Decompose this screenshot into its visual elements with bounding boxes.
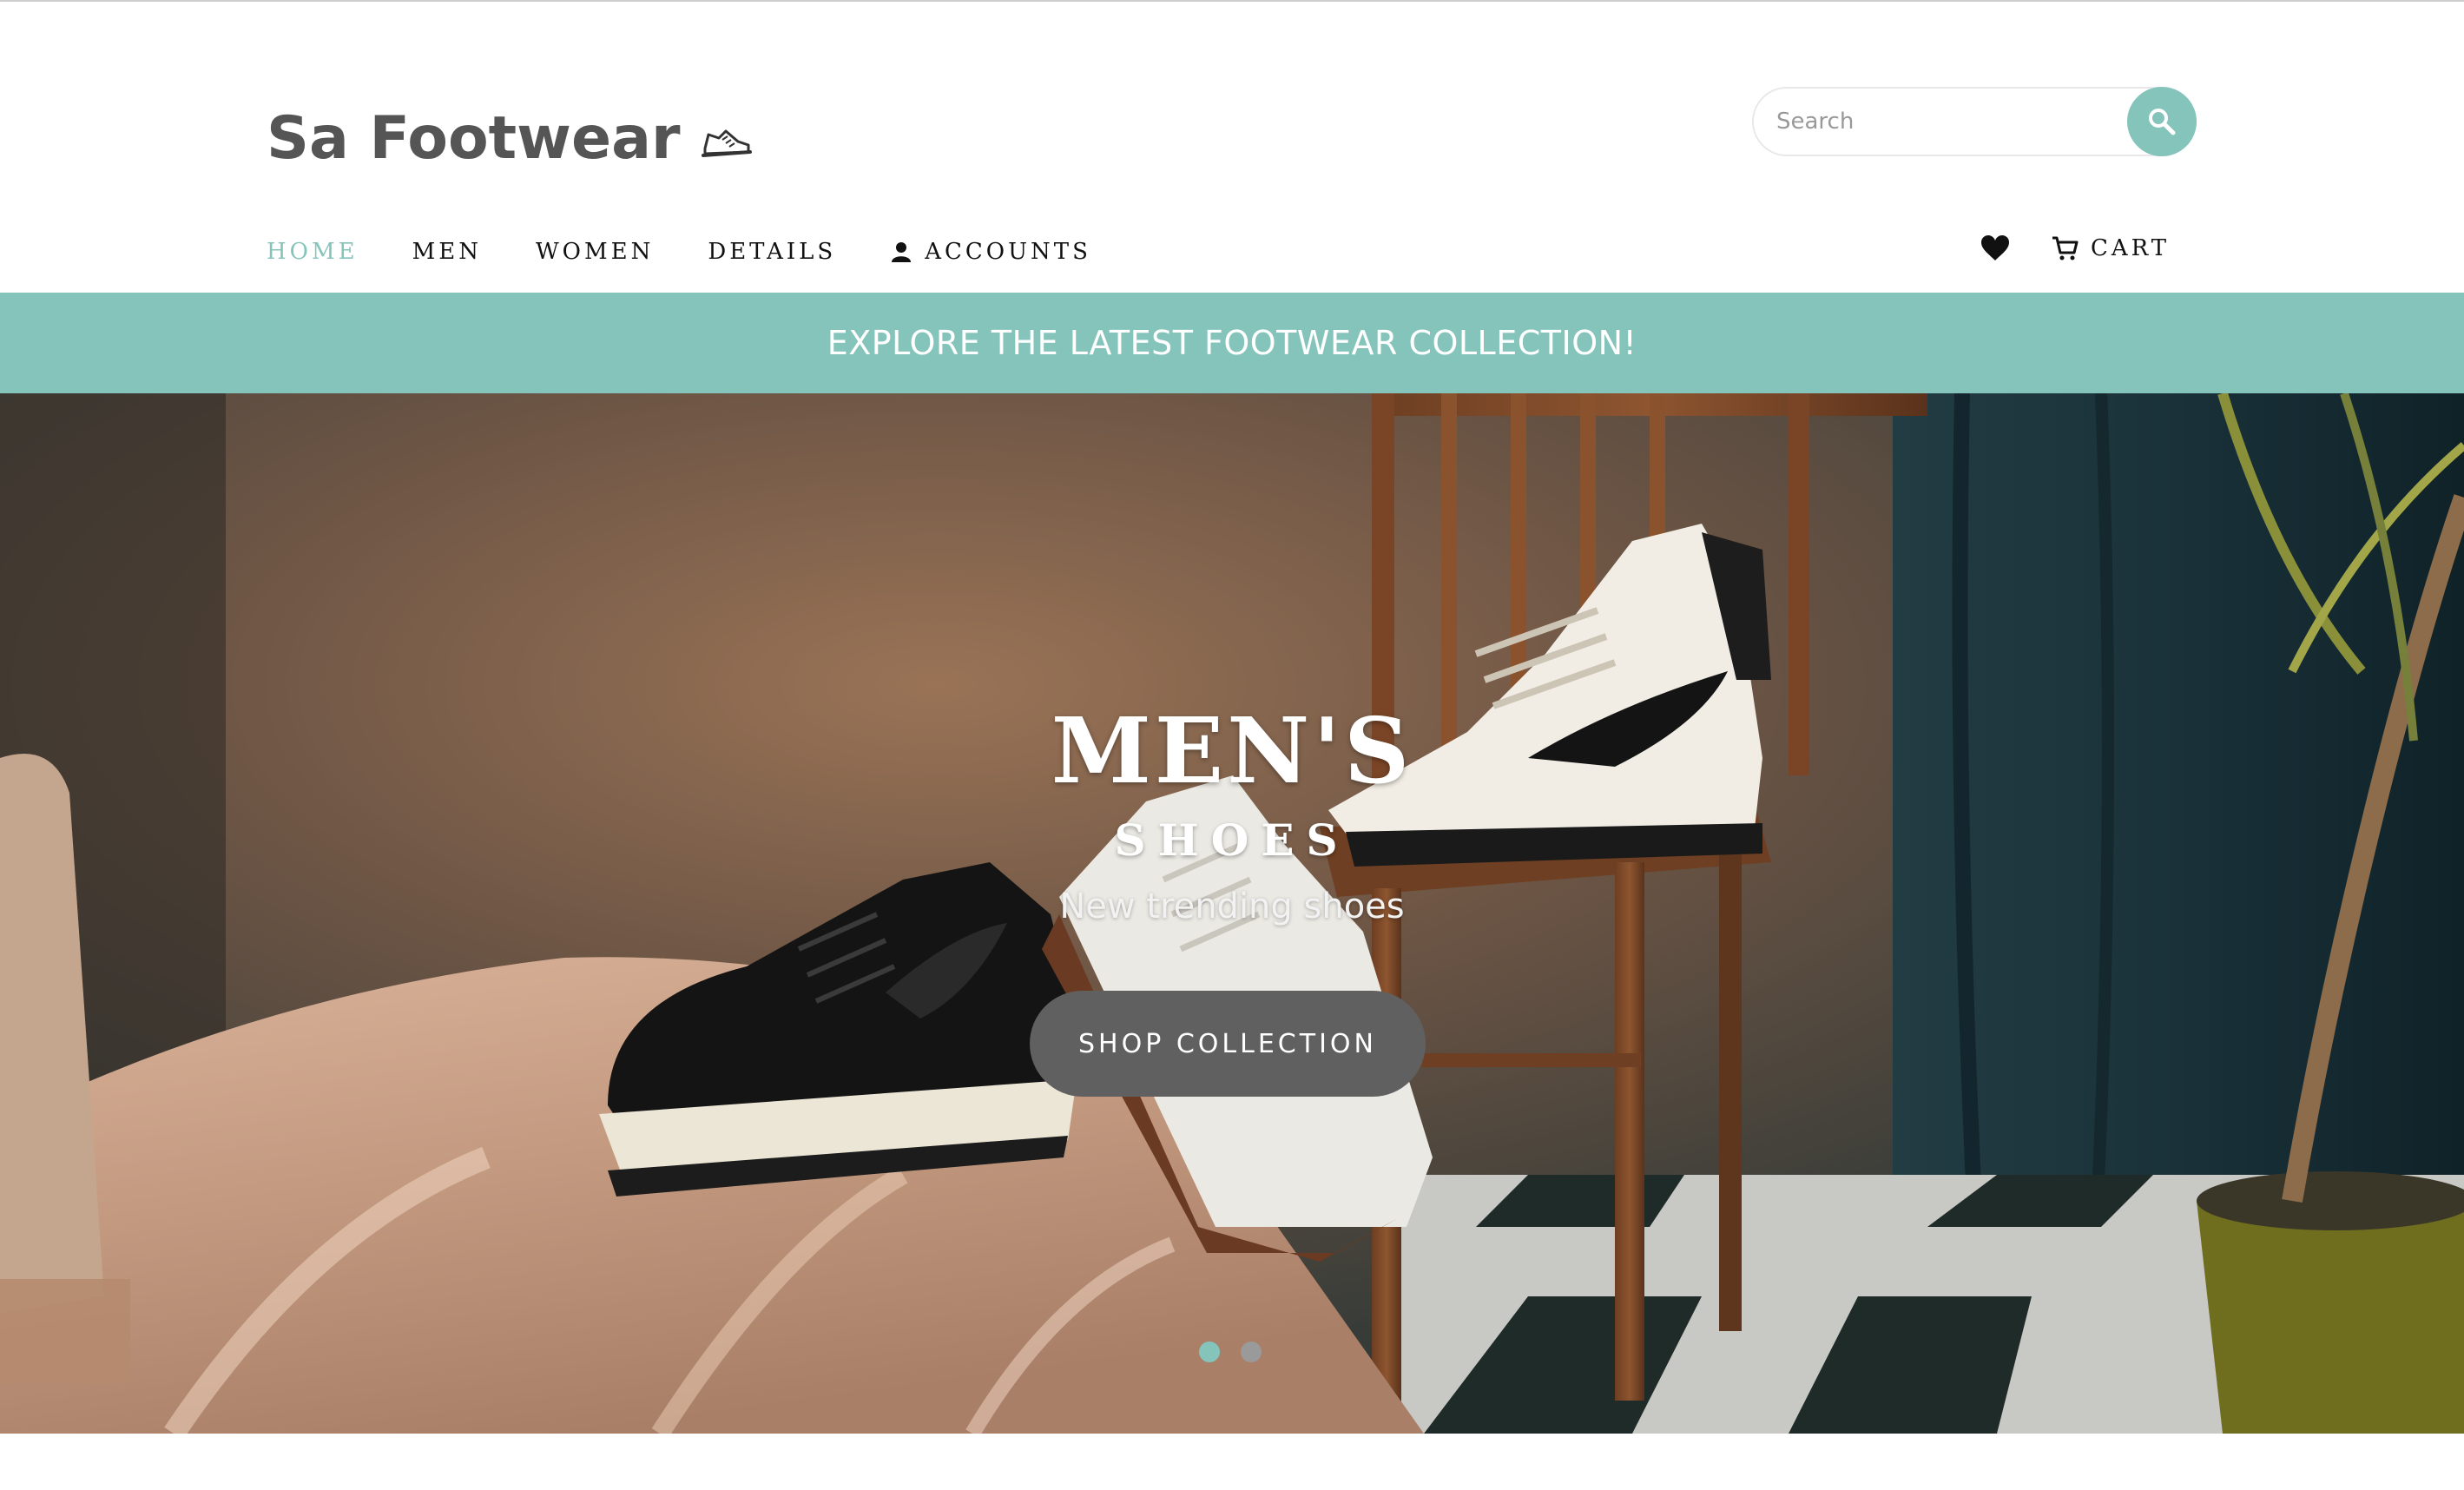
shop-collection-button[interactable]: SHOP COLLECTION xyxy=(1030,991,1426,1097)
search-input[interactable] xyxy=(1776,89,2106,155)
heart-icon[interactable] xyxy=(1980,234,2011,262)
nav-home[interactable]: HOME xyxy=(267,239,359,265)
carousel-dot-1[interactable] xyxy=(1199,1342,1220,1362)
hero-tagline: New trending shoes xyxy=(1059,887,1405,926)
promo-banner-text: EXPLORE THE LATEST FOOTWEAR COLLECTION! xyxy=(827,324,1637,362)
nav-home-label: HOME xyxy=(267,239,359,265)
nav-women-label: WOMEN xyxy=(535,239,655,265)
hero-subtitle: SHOES xyxy=(1114,814,1350,866)
nav-accounts[interactable]: ACCOUNTS xyxy=(890,239,1091,265)
cart-link[interactable]: CART xyxy=(2051,235,2170,261)
brand-name: Sa Footwear xyxy=(267,104,681,173)
top-border xyxy=(0,0,2464,2)
main-nav: HOME MEN WOMEN DETAILS ACCOUNTS xyxy=(267,234,1145,269)
search-button[interactable] xyxy=(2127,87,2197,156)
sneaker-icon xyxy=(701,129,752,157)
nav-men[interactable]: MEN xyxy=(412,239,482,265)
nav-right-actions: CART xyxy=(1980,231,2170,266)
nav-women[interactable]: WOMEN xyxy=(536,239,654,265)
nav-details-label: DETAILS xyxy=(708,239,837,265)
hero-title: MEN'S xyxy=(1051,697,1413,804)
cart-icon xyxy=(2052,236,2079,260)
hero-carousel: MEN'S SHOES New trending shoes SHOP COLL… xyxy=(0,393,2464,1434)
user-icon xyxy=(892,242,912,262)
promo-banner: EXPLORE THE LATEST FOOTWEAR COLLECTION! xyxy=(0,293,2464,393)
carousel-dot-2[interactable] xyxy=(1241,1342,1262,1362)
cart-label: CART xyxy=(2091,235,2171,261)
search-icon xyxy=(2149,109,2176,135)
brand-logo[interactable]: Sa Footwear xyxy=(267,102,752,175)
nav-accounts-label: ACCOUNTS xyxy=(925,239,1091,265)
nav-details[interactable]: DETAILS xyxy=(708,239,836,265)
nav-men-label: MEN xyxy=(412,239,482,265)
